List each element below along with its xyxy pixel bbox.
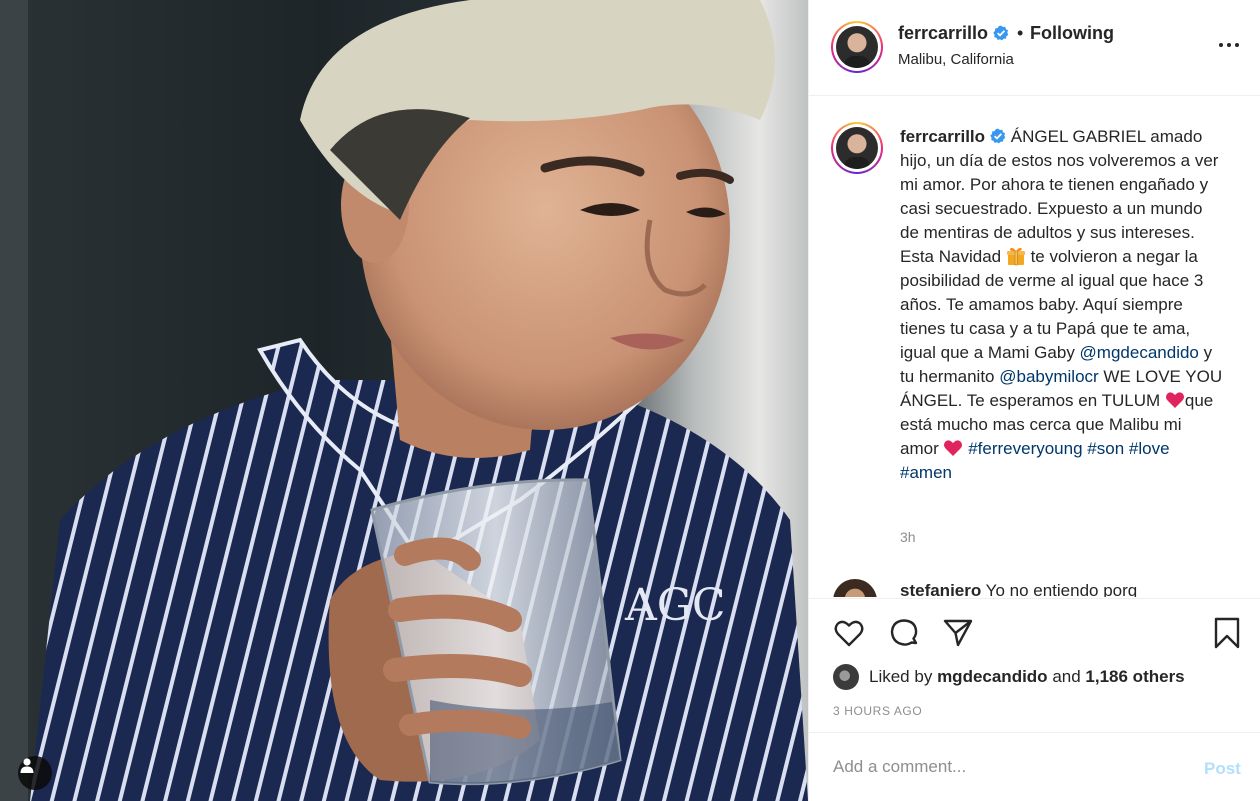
- verified-badge-icon: [993, 25, 1009, 41]
- post-photo[interactable]: AGC: [0, 0, 808, 801]
- user-tag-button[interactable]: [18, 756, 52, 790]
- like-button[interactable]: [831, 615, 867, 651]
- speech-bubble-icon: [890, 619, 918, 646]
- post-actions: Liked by mgdecandido and 1,186 others 3 …: [809, 598, 1260, 732]
- commenter-avatar[interactable]: [833, 579, 877, 597]
- likes-count-link[interactable]: 1,186 others: [1085, 667, 1184, 687]
- post-comment-button[interactable]: Post: [1204, 759, 1241, 779]
- caption-timestamp[interactable]: 3h: [900, 529, 916, 545]
- post-caption: ferrcarrillo ÁNGEL GABRIEL amado hijo, u…: [900, 125, 1225, 485]
- verified-badge-icon: [990, 128, 1006, 144]
- header-username[interactable]: ferrcarrillo: [898, 23, 1009, 44]
- commenter-username[interactable]: stefaniero: [900, 581, 981, 597]
- save-button[interactable]: [1209, 615, 1245, 651]
- header-separator: •: [1017, 23, 1024, 43]
- comment-item: stefaniero Yo no entiendo porq: [900, 581, 1137, 597]
- likes-summary: Liked by mgdecandido and 1,186 others: [833, 663, 1185, 691]
- mention-link[interactable]: @mgdecandido: [1080, 343, 1199, 362]
- shirt-monogram: AGC: [624, 580, 726, 631]
- heart-emoji-icon: [1165, 392, 1184, 408]
- hashtag-link[interactable]: #love: [1129, 439, 1170, 458]
- heart-outline-icon: [834, 620, 864, 647]
- comment-text: Yo no entiendo porq: [985, 581, 1138, 597]
- hashtag-link[interactable]: #ferreveryoung: [968, 439, 1082, 458]
- person-icon: [20, 758, 34, 773]
- post-sidebar: ferrcarrillo • Following Malibu, Califor…: [808, 0, 1260, 801]
- paper-plane-icon: [943, 619, 973, 647]
- location-link[interactable]: Malibu, California: [898, 51, 1014, 68]
- hashtag-link[interactable]: #amen: [900, 463, 952, 482]
- hashtag-link[interactable]: #son: [1087, 439, 1124, 458]
- share-button[interactable]: [940, 615, 976, 651]
- heart-emoji-icon: [944, 440, 963, 456]
- post-header: ferrcarrillo • Following Malibu, Califor…: [809, 0, 1260, 96]
- following-button[interactable]: Following: [1030, 23, 1114, 44]
- comments-section: ferrcarrillo ÁNGEL GABRIEL amado hijo, u…: [809, 97, 1260, 597]
- comment-input[interactable]: [833, 751, 1163, 783]
- caption-avatar[interactable]: [831, 122, 883, 174]
- comment-button[interactable]: [886, 615, 922, 651]
- more-options-icon[interactable]: [1217, 37, 1241, 53]
- liker-avatar[interactable]: [833, 664, 859, 690]
- add-comment-bar: Post: [809, 732, 1260, 801]
- post-timestamp[interactable]: 3 HOURS AGO: [833, 704, 922, 718]
- header-username-text[interactable]: ferrcarrillo: [898, 23, 988, 43]
- caption-text: ÁNGEL GABRIEL amado hijo, un día de esto…: [900, 127, 1219, 266]
- likes-connector: and: [1052, 667, 1081, 686]
- mention-link[interactable]: @babymilocr: [999, 367, 1098, 386]
- header-avatar[interactable]: [831, 21, 883, 73]
- likes-prefix: Liked by: [869, 667, 933, 686]
- gift-emoji-icon: [1006, 247, 1025, 266]
- photo-illustration: AGC: [0, 0, 808, 801]
- caption-username[interactable]: ferrcarrillo: [900, 127, 985, 146]
- bookmark-icon: [1214, 617, 1240, 649]
- liker-username[interactable]: mgdecandido: [937, 667, 1048, 687]
